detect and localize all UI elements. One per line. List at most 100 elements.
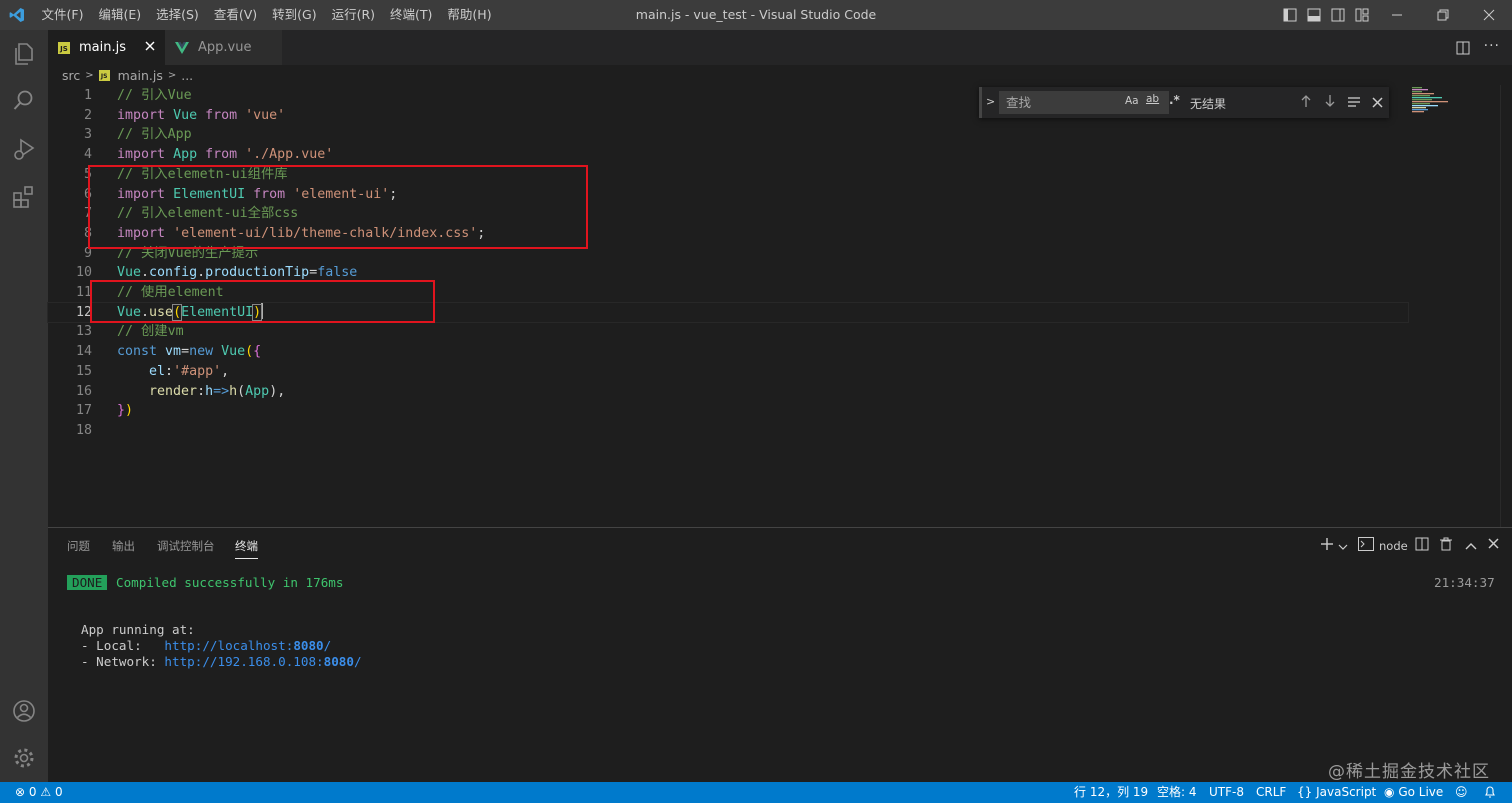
minimap[interactable] <box>1410 85 1500 115</box>
menu-edit[interactable]: 编辑(E) <box>91 0 149 30</box>
code-line[interactable]: 6 import ElementUI from 'element-ui'; <box>48 185 1408 205</box>
maximize-panel-icon[interactable] <box>1465 539 1477 553</box>
indentation[interactable]: 空格: 4 <box>1157 782 1197 803</box>
tab-app-vue[interactable]: App.vue <box>165 30 282 65</box>
code-line[interactable]: 17}) <box>48 401 1408 421</box>
chevron-right-icon: > <box>167 69 177 81</box>
close-find-icon[interactable] <box>1372 96 1383 111</box>
tab-problems[interactable]: 问题 <box>67 538 90 554</box>
notifications-bell-icon[interactable] <box>1484 782 1496 803</box>
accounts-icon[interactable] <box>0 687 48 735</box>
menu-selection[interactable]: 选择(S) <box>149 0 207 30</box>
go-live-button[interactable]: ◉ Go Live <box>1384 782 1443 803</box>
code-line[interactable]: 13// 创建vm <box>48 322 1408 342</box>
watermark: @稀土掘金技术社区 <box>1328 762 1490 782</box>
cursor-position[interactable]: 行 12，列 19 <box>1074 782 1148 803</box>
terminal-name[interactable]: node <box>1379 539 1408 553</box>
text-cursor <box>261 302 264 319</box>
find-widget: > Aa ab .* 无结果 <box>979 87 1389 118</box>
breadcrumb-folder[interactable]: src <box>62 68 80 83</box>
toggle-replace-chevron-icon[interactable]: > <box>986 95 995 108</box>
code-line[interactable]: 8 import 'element-ui/lib/theme-chalk/inde… <box>48 224 1408 244</box>
menu-go[interactable]: 转到(G) <box>265 0 324 30</box>
close-tab-icon[interactable] <box>145 40 155 55</box>
toggle-primary-sidebar-icon[interactable] <box>1278 0 1302 30</box>
toggle-panel-icon[interactable] <box>1302 0 1326 30</box>
match-case-icon[interactable]: Aa <box>1125 95 1139 107</box>
feedback-icon[interactable]: ☺ <box>1455 782 1468 803</box>
tab-terminal[interactable]: 终端 <box>235 538 258 559</box>
language-mode[interactable]: {} JavaScript <box>1297 782 1376 803</box>
toggle-secondary-sidebar-icon[interactable] <box>1326 0 1350 30</box>
code-line[interactable]: 3// 引入App <box>48 125 1408 145</box>
tab-debug-console[interactable]: 调试控制台 <box>157 538 215 554</box>
code-line[interactable]: 7// 引入element-ui全部css <box>48 204 1408 224</box>
trash-icon[interactable] <box>1439 537 1453 554</box>
settings-gear-icon[interactable] <box>0 734 48 782</box>
find-in-selection-icon[interactable] <box>1347 96 1361 111</box>
code-line[interactable]: 15 el:'#app', <box>48 362 1408 382</box>
code-line-current[interactable]: 12 Vue.use(ElementUI) <box>47 301 1409 324</box>
regex-icon[interactable]: .* <box>1169 93 1180 107</box>
split-terminal-icon[interactable] <box>1415 537 1429 554</box>
title-bar: 文件(F) 编辑(E) 选择(S) 查看(V) 转到(G) 运行(R) 终端(T… <box>0 0 1512 30</box>
braces-icon: {} <box>1297 785 1313 799</box>
split-editor-icon[interactable] <box>1456 40 1470 59</box>
tab-main-js[interactable]: JS main.js <box>48 30 165 65</box>
terminal-line: - Local: http://localhost:8080/ <box>81 638 332 653</box>
compiled-message: Compiled successfully in 176ms <box>116 575 344 590</box>
menu-help[interactable]: 帮助(H) <box>440 0 499 30</box>
terminal-line: - Network: http://192.168.0.108:8080/ <box>81 654 362 669</box>
breadcrumb-file[interactable]: main.js <box>118 68 163 83</box>
javascript-file-icon: JS <box>98 69 110 81</box>
customize-layout-icon[interactable] <box>1350 0 1374 30</box>
chevron-right-icon: > <box>85 69 94 81</box>
breadcrumb-more[interactable]: ... <box>181 68 193 83</box>
find-input[interactable] <box>999 91 1169 114</box>
code-line[interactable]: 4 import App from './App.vue' <box>48 145 1408 165</box>
previous-match-icon[interactable] <box>1300 94 1312 111</box>
new-terminal-plus-icon[interactable] <box>1320 537 1334 554</box>
menu-view[interactable]: 查看(V) <box>206 0 264 30</box>
minimize-icon[interactable] <box>1374 0 1420 30</box>
tab-label: App.vue <box>198 40 252 55</box>
activity-bar <box>0 30 48 782</box>
error-icon: ⊗ <box>15 785 26 799</box>
editor-tabs: JS main.js App.vue ··· <box>48 30 1512 65</box>
broadcast-icon: ◉ <box>1384 785 1395 799</box>
code-line[interactable]: 10 Vue.config.productionTip=false <box>48 263 1408 283</box>
menu-run[interactable]: 运行(R) <box>324 0 382 30</box>
vscode-logo-icon[interactable] <box>0 0 34 30</box>
extensions-icon[interactable] <box>0 173 48 221</box>
code-line[interactable]: 11// 使用element <box>48 283 1408 303</box>
close-window-icon[interactable] <box>1466 0 1512 30</box>
code-line[interactable]: 14 const vm=new Vue({ <box>48 342 1408 362</box>
warning-icon: ⚠ <box>40 785 52 799</box>
tab-output[interactable]: 输出 <box>112 538 135 554</box>
chevron-down-icon[interactable] <box>1338 540 1348 554</box>
encoding[interactable]: UTF-8 <box>1209 782 1244 803</box>
terminal-timestamp: 21:34:37 <box>1434 575 1495 590</box>
menu-file[interactable]: 文件(F) <box>34 0 91 30</box>
tab-label: main.js <box>79 40 126 55</box>
code-line[interactable]: 18 <box>48 421 1408 441</box>
code-line[interactable]: 5// 引入elemetn-ui组件库 <box>48 165 1408 185</box>
code-editor[interactable]: 1// 引入Vue 2 import Vue from 'vue' 3// 引入A… <box>47 85 1500 527</box>
next-match-icon[interactable] <box>1324 94 1336 111</box>
menu-terminal[interactable]: 终端(T) <box>383 0 440 30</box>
more-actions-icon[interactable]: ··· <box>1484 38 1500 54</box>
end-of-line[interactable]: CRLF <box>1256 782 1286 803</box>
run-debug-icon[interactable] <box>0 125 48 173</box>
menu-bar: 文件(F) 编辑(E) 选择(S) 查看(V) 转到(G) 运行(R) 终端(T… <box>34 0 499 30</box>
close-panel-icon[interactable] <box>1488 538 1499 552</box>
search-icon[interactable] <box>0 77 48 125</box>
code-line[interactable]: 9// 关闭Vue的生产提示 <box>48 244 1408 264</box>
bottom-panel: 问题 输出 调试控制台 终端 node DONE Compiled succes… <box>48 527 1512 782</box>
whole-word-icon[interactable]: ab <box>1146 93 1159 105</box>
problems-status[interactable]: ⊗ 0 ⚠ 0 <box>15 782 63 803</box>
editor-scrollbar[interactable] <box>1500 85 1512 527</box>
restore-icon[interactable] <box>1420 0 1466 30</box>
breadcrumb: src > JS main.js > ... <box>48 65 1512 85</box>
code-line[interactable]: 16 render:h=>h(App), <box>48 382 1408 402</box>
explorer-icon[interactable] <box>0 30 48 78</box>
